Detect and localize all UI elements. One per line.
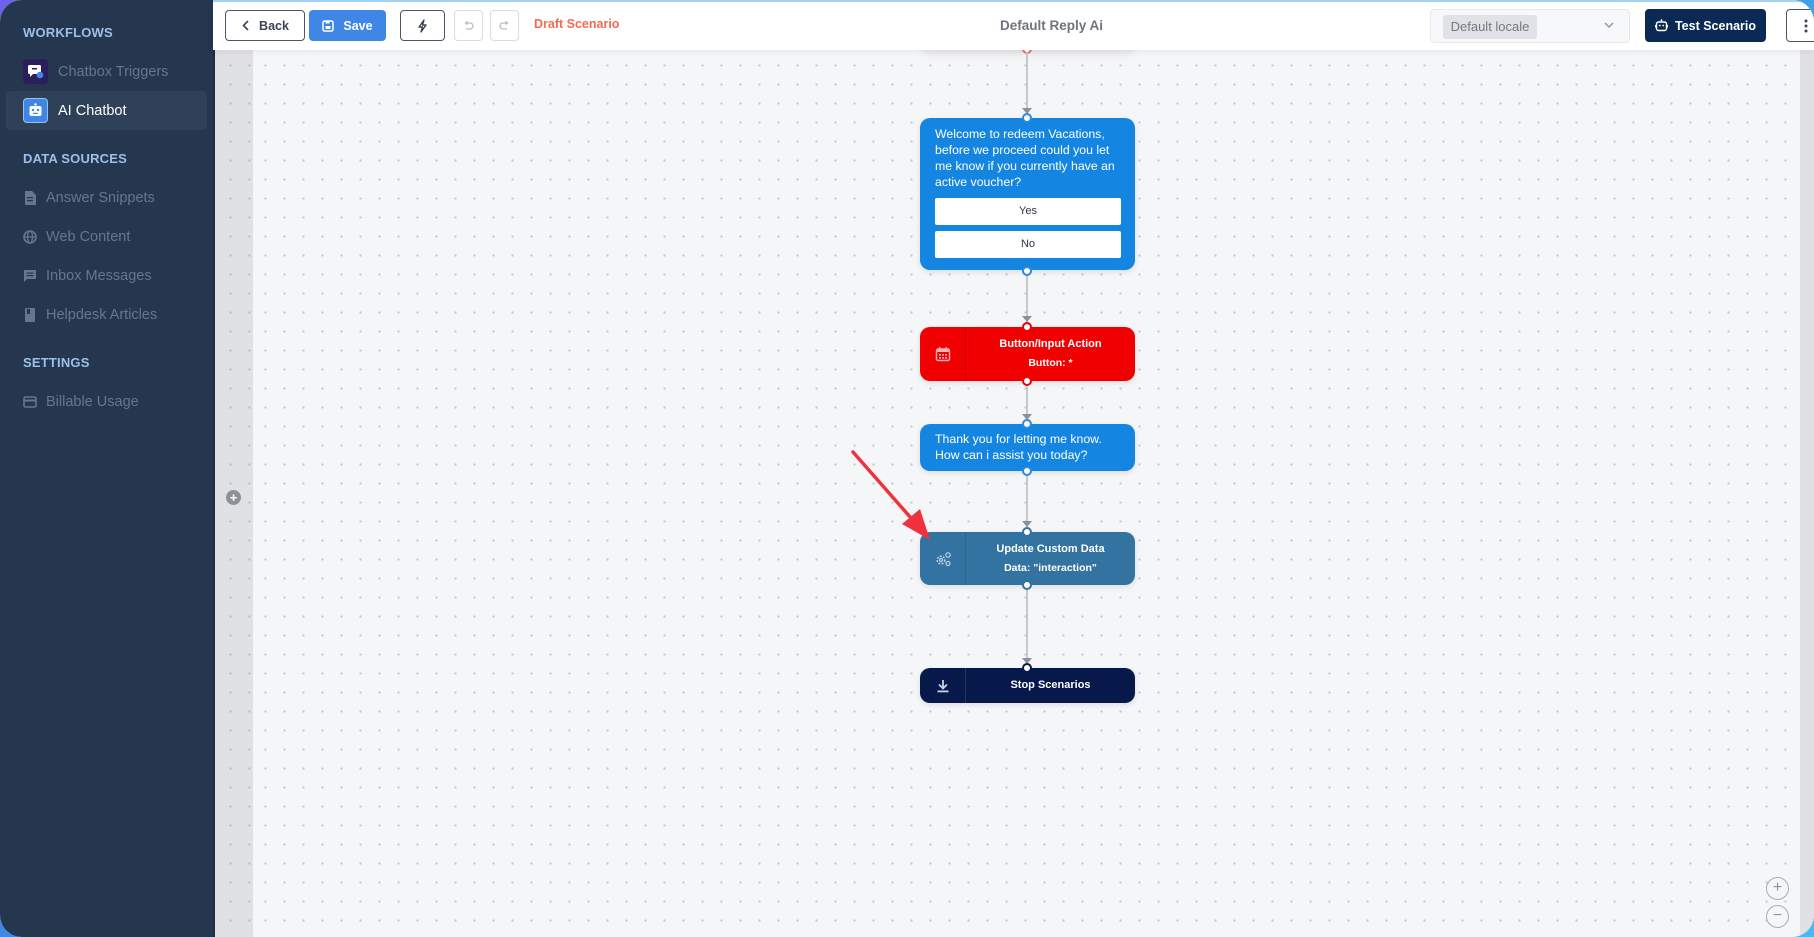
redo-icon — [499, 20, 509, 30]
test-scenario-label: Test Scenario — [1674, 18, 1757, 33]
node-title: Button/Input Action — [999, 338, 1102, 350]
zoom-in-button[interactable]: + — [1766, 877, 1789, 900]
lightning-icon — [418, 18, 427, 33]
sidebar-item-ai-chatbot[interactable]: AI Chatbot — [6, 91, 207, 130]
chevron-left-icon — [242, 20, 249, 31]
undo-icon — [464, 20, 474, 30]
sidebar-item-label: Helpdesk Articles — [46, 306, 158, 323]
connector-line — [1026, 52, 1028, 116]
option-yes-button[interactable]: Yes — [935, 198, 1121, 225]
annotation-arrow — [851, 450, 930, 540]
canvas-scrollbar[interactable] — [1800, 50, 1814, 937]
document-icon — [23, 190, 37, 205]
scenario-title: Default Reply Ai — [1000, 18, 1104, 33]
undo-button[interactable] — [454, 10, 483, 41]
chevron-down-icon — [1604, 22, 1614, 28]
sidebar-item-answer-snippets[interactable]: Answer Snippets — [6, 178, 207, 217]
sidebar-item-label: Inbox Messages — [46, 267, 152, 284]
save-label: Save — [343, 18, 373, 33]
sidebar-item-billable-usage[interactable]: Billable Usage — [6, 382, 207, 421]
section-data-sources: DATA SOURCES — [23, 151, 127, 166]
back-label: Back — [259, 18, 289, 33]
message-icon — [23, 269, 37, 283]
output-port[interactable] — [1022, 580, 1032, 590]
input-port[interactable] — [1022, 419, 1032, 429]
kebab-menu-icon — [1804, 19, 1808, 32]
node-title: Stop Scenarios — [1010, 679, 1091, 691]
sidebar-item-label: Billable Usage — [46, 393, 139, 410]
draft-status: Draft Scenario — [534, 17, 620, 31]
sidebar-item-label: Chatbox Triggers — [58, 63, 169, 80]
robot-icon — [1654, 19, 1668, 32]
node-subtitle: Data: "interaction" — [1004, 561, 1097, 574]
add-node-icon[interactable]: + — [226, 490, 241, 505]
section-workflows: WORKFLOWS — [23, 25, 113, 40]
input-port[interactable] — [1022, 663, 1032, 673]
node-title: Update Custom Data — [996, 542, 1105, 555]
robot-icon — [23, 98, 48, 123]
gears-icon — [935, 551, 951, 566]
chatbox-trigger-icon — [23, 59, 48, 84]
sidebar: WORKFLOWS Chatbox Triggers AI Chatbot DA… — [0, 0, 213, 937]
update-custom-data-node[interactable]: Update Custom Data Data: "interaction" — [920, 532, 1135, 585]
credit-card-icon — [23, 395, 37, 409]
sidebar-item-label: AI Chatbot — [58, 102, 127, 119]
app-window: WORKFLOWS Chatbox Triggers AI Chatbot DA… — [0, 0, 1814, 937]
locale-select[interactable]: Default locale — [1430, 9, 1630, 43]
sidebar-item-helpdesk-articles[interactable]: Helpdesk Articles — [6, 295, 207, 334]
save-icon — [322, 19, 335, 32]
connector-line — [1026, 587, 1028, 667]
globe-icon — [23, 229, 37, 244]
save-button[interactable]: Save — [309, 10, 386, 41]
sidebar-item-chatbox-triggers[interactable]: Chatbox Triggers — [6, 52, 207, 91]
message-node-welcome[interactable]: Welcome to redeem Vacations, before we p… — [920, 118, 1135, 270]
toolbar: Back Save Draft Scenario Default Reply A… — [213, 0, 1814, 50]
message-text: Thank you for letting me know. How can i… — [935, 432, 1102, 462]
zoom-out-button[interactable]: − — [1766, 905, 1789, 928]
option-no-button[interactable]: No — [935, 231, 1121, 258]
input-port[interactable] — [1022, 527, 1032, 537]
redo-button[interactable] — [490, 10, 519, 41]
test-scenario-button[interactable]: Test Scenario — [1645, 9, 1766, 42]
output-port[interactable] — [1022, 466, 1032, 476]
book-icon — [23, 307, 37, 322]
more-options-button[interactable] — [1786, 9, 1814, 42]
message-node-thank-you[interactable]: Thank you for letting me know. How can i… — [920, 424, 1135, 471]
stop-scenarios-node[interactable]: Stop Scenarios — [920, 668, 1135, 703]
node-subtitle: Button: * — [1028, 357, 1073, 369]
input-port[interactable] — [1022, 113, 1032, 123]
download-icon — [937, 679, 948, 692]
sidebar-item-web-content[interactable]: Web Content — [6, 217, 207, 256]
button-input-action-node[interactable]: Button/Input Action Button: * — [920, 327, 1135, 381]
trigger-button[interactable] — [400, 10, 445, 41]
locale-value: Default locale — [1443, 15, 1537, 39]
message-text: Welcome to redeem Vacations, before we p… — [935, 127, 1115, 189]
output-port[interactable] — [1022, 266, 1032, 276]
sidebar-item-inbox-messages[interactable]: Inbox Messages — [6, 256, 207, 295]
sidebar-item-label: Answer Snippets — [46, 189, 155, 206]
back-button[interactable]: Back — [225, 10, 305, 41]
sidebar-item-label: Web Content — [46, 228, 131, 245]
input-port[interactable] — [1022, 322, 1032, 332]
calendar-icon — [935, 347, 950, 362]
section-settings: SETTINGS — [23, 355, 90, 370]
output-port[interactable] — [1022, 376, 1032, 386]
